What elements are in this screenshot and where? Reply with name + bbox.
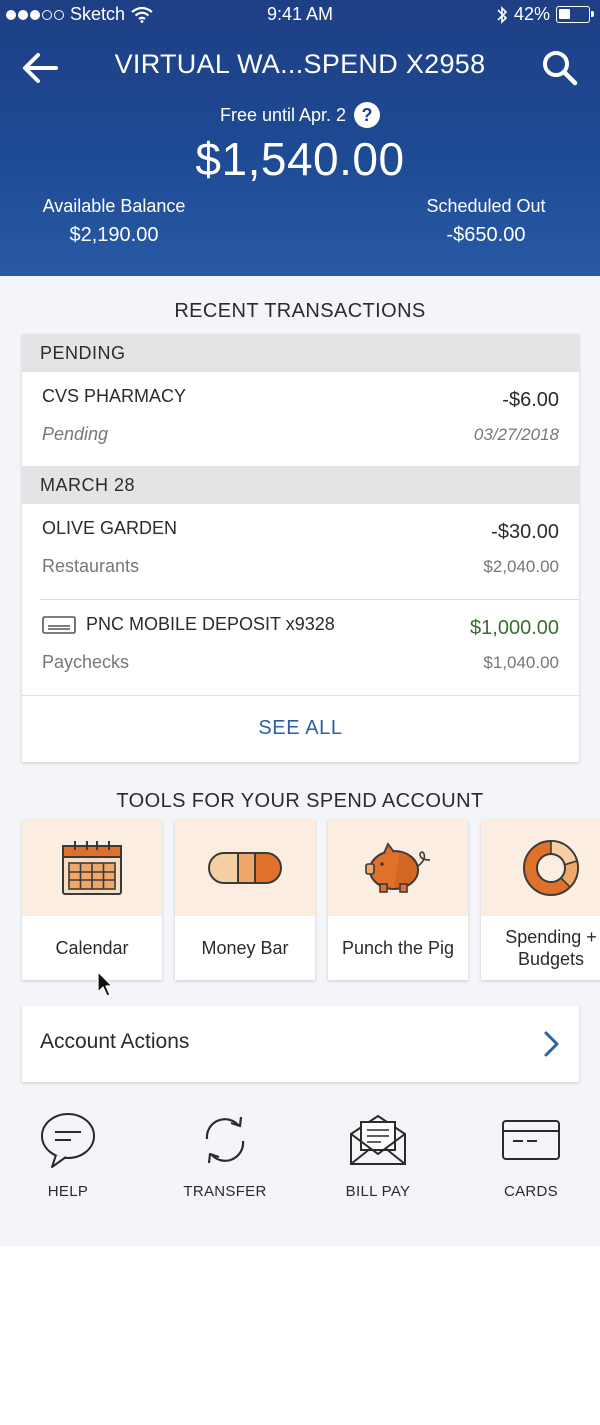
bill-pay-button[interactable]: BILL PAY [318,1109,438,1200]
transaction-row[interactable]: CVS PHARMACY Pending -$6.00 03/27/2018 [22,372,579,466]
tool-label: Punch the Pig [341,938,455,958]
transaction-category: Restaurants [42,556,140,576]
envelope-icon [350,1114,406,1165]
account-actions-label: Account Actions [40,1030,190,1053]
tool-icon-box [481,820,600,916]
chat-bubble-icon [41,1113,95,1168]
tool-icon-box [175,820,315,916]
card-icon [502,1120,560,1160]
scheduled-out: Scheduled Out -$650.00 [410,196,562,247]
money-bar-icon [208,852,282,884]
check-deposit-icon [42,615,76,634]
transaction-name: CVS PHARMACY [42,386,187,406]
free-balance-amount: $1,540.00 [195,133,405,185]
group-header-pending: PENDING [22,334,579,372]
quick-action-label: BILL PAY [345,1183,411,1200]
transaction-amount: -$6.00 [502,389,559,411]
available-balance: Available Balance $2,190.00 [34,196,194,247]
transaction-row[interactable]: PNC MOBILE DEPOSIT x9328 Paychecks $1,00… [22,600,579,694]
tool-money-bar[interactable]: Money Bar [175,820,315,980]
bluetooth-icon [497,5,508,24]
quick-action-label: HELP [47,1183,89,1200]
quick-action-label: TRANSFER [183,1183,267,1200]
transaction-name: PNC MOBILE DEPOSIT x9328 [42,614,335,635]
account-title: VIRTUAL WA...SPEND X2958 [114,49,486,79]
help-button[interactable]: HELP [8,1109,128,1200]
transaction-amount: -$30.00 [491,521,559,543]
scheduled-out-label: Scheduled Out [426,196,546,216]
transaction-row[interactable]: OLIVE GARDEN Restaurants -$30.00 $2,040.… [22,504,579,598]
available-balance-value: $2,190.00 [69,224,159,246]
tool-calendar[interactable]: Calendar [22,820,162,980]
free-until-text: Free until Apr. 2 [219,104,347,125]
chevron-right-icon [544,1031,559,1057]
group-header-march-28: MARCH 28 [22,466,579,504]
tools-title: TOOLS FOR YOUR SPEND ACCOUNT [116,790,484,812]
piggy-bank-icon [365,842,431,893]
back-button[interactable] [20,50,60,86]
transfer-button[interactable]: TRANSFER [165,1109,285,1200]
tool-label: Money Bar [201,938,289,958]
account-header: Sketch 9:41 AM 42% VIRTUAL WA...SPEND X2… [0,0,600,276]
recent-transactions-title: RECENT TRANSACTIONS [174,300,426,322]
tool-label: Calendar [55,938,129,958]
donut-chart-icon [523,840,579,896]
quick-action-label: CARDS [503,1183,558,1200]
see-all-button[interactable]: SEE ALL [22,695,579,759]
tool-icon-box [22,820,162,916]
info-help-button[interactable]: ? [354,102,381,128]
search-icon [543,51,578,86]
transaction-category: Pending [42,424,109,444]
mouse-pointer-icon [97,971,113,997]
battery-icon [556,6,594,23]
running-balance: $2,040.00 [483,557,559,576]
running-balance: $1,040.00 [483,653,559,672]
arrow-left-icon [23,53,58,83]
free-until-row: Free until Apr. 2 ? [0,102,600,128]
account-actions-button[interactable]: Account Actions [22,1006,579,1082]
tool-icon-box [328,820,468,916]
cards-button[interactable]: CARDS [471,1109,591,1200]
tools-carousel[interactable]: Calendar Money Bar Punch the Pig Spendin… [22,820,600,980]
available-balance-label: Available Balance [42,196,186,216]
transaction-date: 03/27/2018 [473,425,559,444]
transaction-name: OLIVE GARDEN [42,518,178,538]
scheduled-out-value: -$650.00 [446,224,526,246]
transactions-card: PENDING CVS PHARMACY Pending -$6.00 03/2… [22,334,579,762]
tool-label: Spending + Budgets [505,927,597,969]
main-content: RECENT TRANSACTIONS PENDING CVS PHARMACY… [0,276,600,1246]
tool-spending-budgets[interactable]: Spending + Budgets [481,820,600,980]
status-bar: Sketch 9:41 AM 42% [0,0,600,30]
battery-percent: 42% [513,4,550,24]
transaction-amount: $1,000.00 [470,617,559,639]
calendar-icon [62,841,122,895]
transaction-category: Paychecks [42,652,130,672]
status-right: 42% [496,4,594,25]
transfer-icon [205,1116,245,1164]
tool-punch-the-pig[interactable]: Punch the Pig [328,820,468,980]
search-button[interactable] [540,48,580,88]
